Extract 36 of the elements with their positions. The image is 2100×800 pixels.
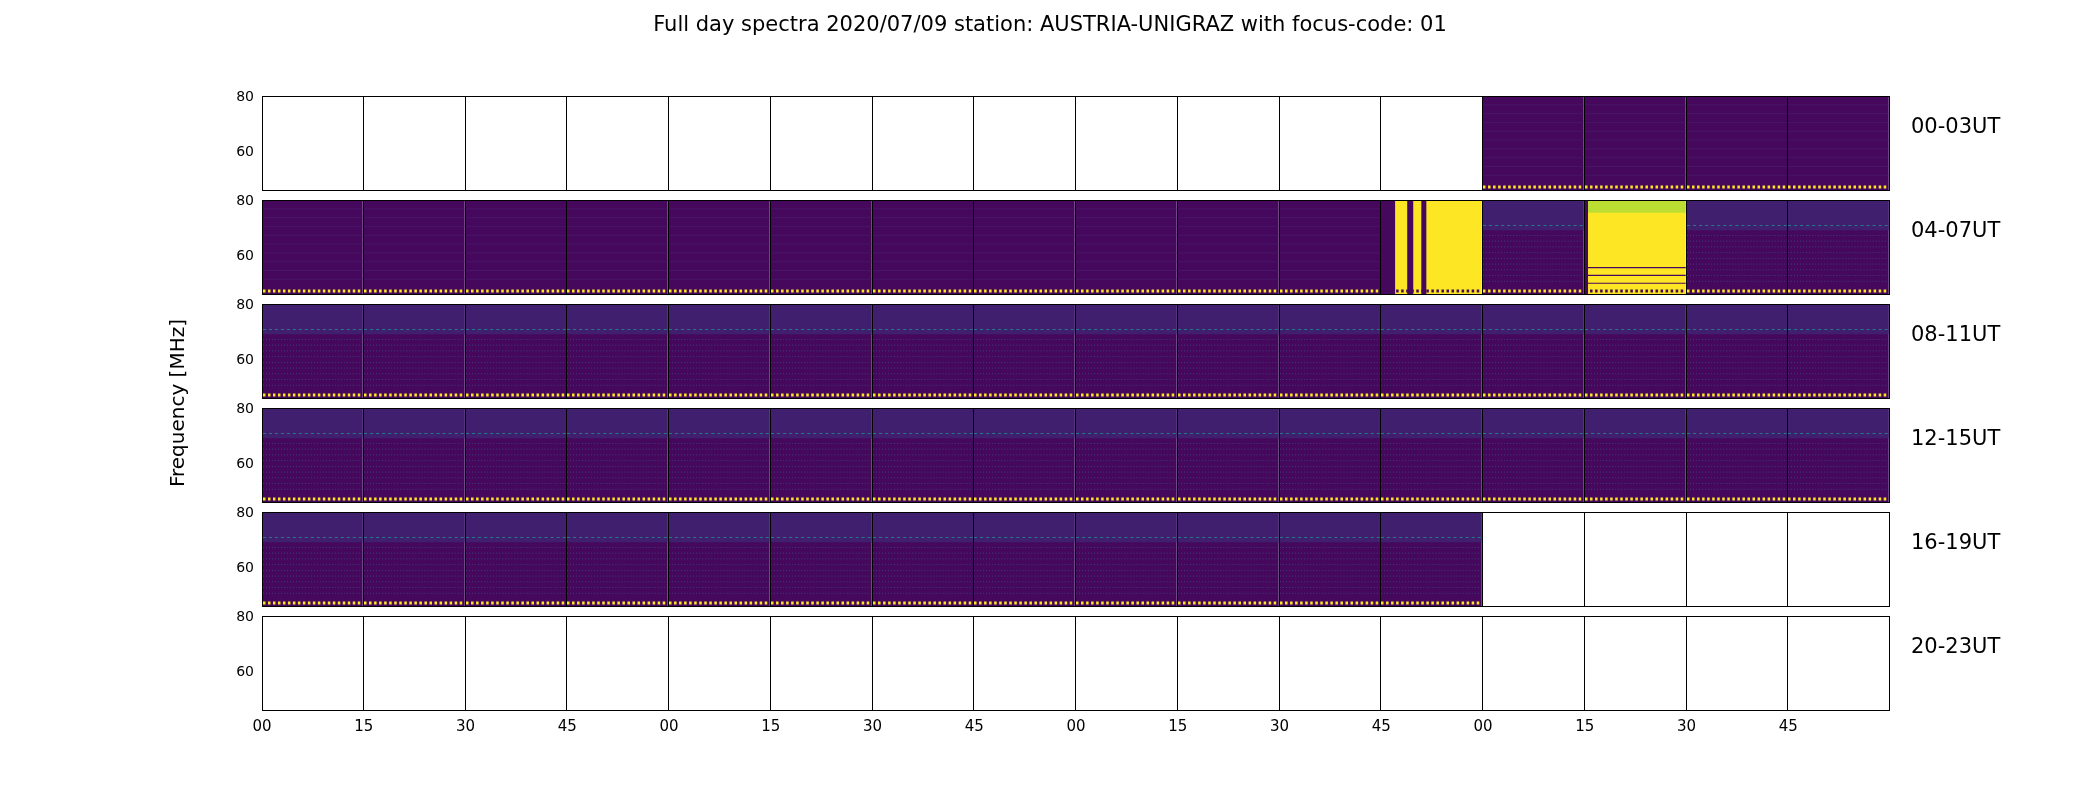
y-tick-label: 80 [236,297,254,311]
x-tick-label: 15 [760,717,782,735]
x-tick-label: 30 [861,717,884,735]
x-tick-label: 45 [556,717,578,735]
time-range-label: 00-03UT [1911,113,2001,140]
y-tick-label: 60 [236,144,254,159]
x-tick-label: 45 [1777,717,1799,735]
y-tick-label: 80 [236,193,254,207]
y-axis-label: Frequency [MHz] [165,319,189,488]
x-tick-label: 15 [353,717,375,735]
time-range-label: 12-15UT [1911,425,2001,452]
y-tick-label: 60 [236,352,254,367]
time-range-label: 04-07UT [1911,217,2001,244]
figure-title: Full day spectra 2020/07/09 station: AUSTRIA-UNIGRAZ with focus-code: 01 [652,11,1448,38]
y-tick-label: 80 [236,89,254,103]
y-tick-label: 60 [236,560,254,575]
y-tick-label: 80 [236,505,254,519]
y-tick-label: 80 [236,609,254,623]
y-tick-label: 60 [236,456,254,471]
x-tick-label: 30 [1268,717,1291,735]
x-tick-label: 00 [1065,717,1087,735]
y-tick-label: 80 [236,401,254,415]
x-tick-label: 15 [1167,717,1189,735]
x-tick-label: 45 [963,717,985,735]
time-range-label: 16-19UT [1911,529,2001,556]
y-tick-label: 60 [236,664,254,679]
x-tick-label: 45 [1370,717,1392,735]
x-tick-label: 30 [454,717,477,735]
time-range-label: 20-23UT [1911,633,2001,660]
y-tick-label: 60 [236,248,254,263]
x-tick-label: 00 [658,717,680,735]
x-tick-label: 00 [1472,717,1494,735]
x-tick-label: 00 [251,717,273,735]
time-range-label: 08-11UT [1911,321,2001,348]
x-tick-label: 15 [1574,717,1596,735]
x-tick-label: 30 [1675,717,1698,735]
